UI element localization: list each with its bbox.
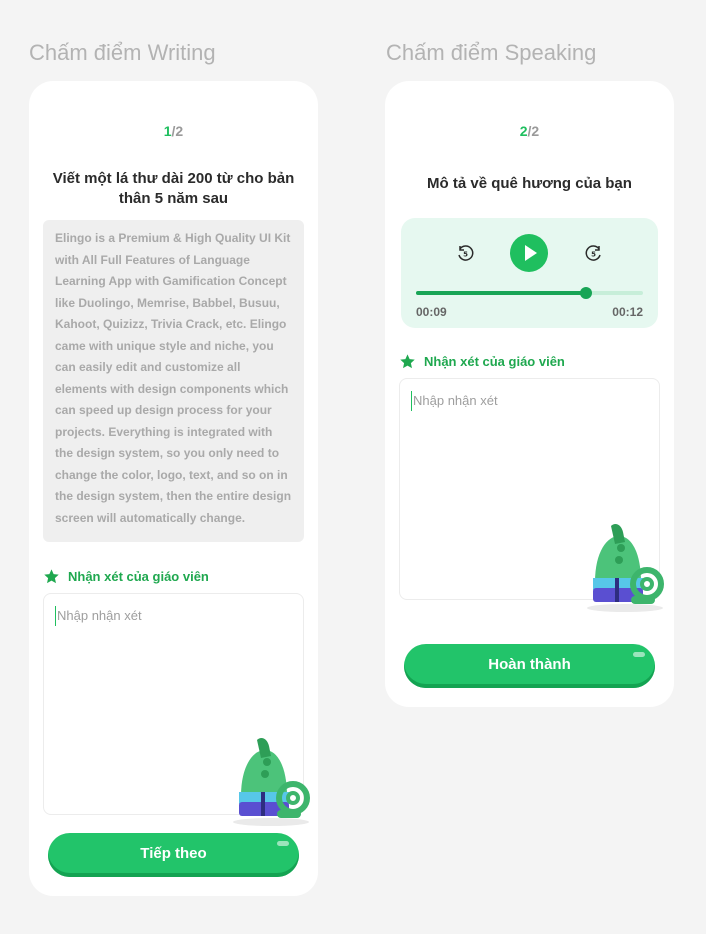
progress-track[interactable] bbox=[416, 287, 643, 299]
total-time: 00:12 bbox=[612, 305, 643, 319]
mascot-illustration bbox=[587, 524, 664, 612]
rewind-seconds: 5 bbox=[463, 251, 468, 259]
star-icon bbox=[400, 354, 415, 369]
question-title: Mô tả về quê hương của bạn bbox=[427, 175, 632, 192]
speaking-section-title: Chấm điểm Speaking bbox=[386, 40, 597, 65]
step-indicator: 1/2 bbox=[29, 123, 318, 139]
question-title: Viết một lá thư dài 200 từ cho bản thân … bbox=[52, 170, 295, 207]
essay-text: Elingo is a Premium & High Quality UI Ki… bbox=[43, 220, 304, 542]
complete-button[interactable]: Hoàn thành bbox=[404, 644, 655, 688]
current-time: 00:09 bbox=[416, 305, 447, 319]
star-icon bbox=[44, 569, 59, 584]
comment-label-text: Nhận xét của giáo viên bbox=[68, 569, 209, 584]
progress-knob[interactable] bbox=[580, 287, 593, 299]
step-total: /2 bbox=[527, 123, 540, 139]
play-button[interactable] bbox=[510, 234, 548, 272]
writing-section-title: Chấm điểm Writing bbox=[29, 40, 216, 65]
next-button[interactable]: Tiếp theo bbox=[48, 833, 299, 877]
step-current: 1 bbox=[163, 123, 172, 139]
comment-label: Nhận xét của giáo viên bbox=[43, 568, 209, 585]
text-caret bbox=[55, 606, 56, 626]
comment-placeholder: Nhập nhận xét bbox=[57, 608, 142, 623]
rewind-5-icon[interactable]: 5 bbox=[456, 244, 474, 262]
step-total: /2 bbox=[171, 123, 184, 139]
speaking-card: 2/2 Mô tả về quê hương của bạn 5 5 00:09… bbox=[385, 81, 674, 707]
step-current: 2 bbox=[519, 123, 528, 139]
writing-card: 1/2 Viết một lá thư dài 200 từ cho bản t… bbox=[29, 81, 318, 896]
mascot-illustration bbox=[233, 738, 310, 826]
step-indicator: 2/2 bbox=[385, 123, 674, 139]
progress-fill bbox=[416, 291, 587, 295]
audio-player: 5 5 00:09 00:12 bbox=[401, 218, 658, 328]
comment-label: Nhận xét của giáo viên bbox=[399, 353, 565, 370]
forward-5-icon[interactable]: 5 bbox=[585, 244, 603, 262]
comment-label-text: Nhận xét của giáo viên bbox=[424, 354, 565, 369]
text-caret bbox=[411, 391, 412, 411]
forward-seconds: 5 bbox=[591, 251, 596, 259]
comment-placeholder: Nhập nhận xét bbox=[413, 393, 498, 408]
